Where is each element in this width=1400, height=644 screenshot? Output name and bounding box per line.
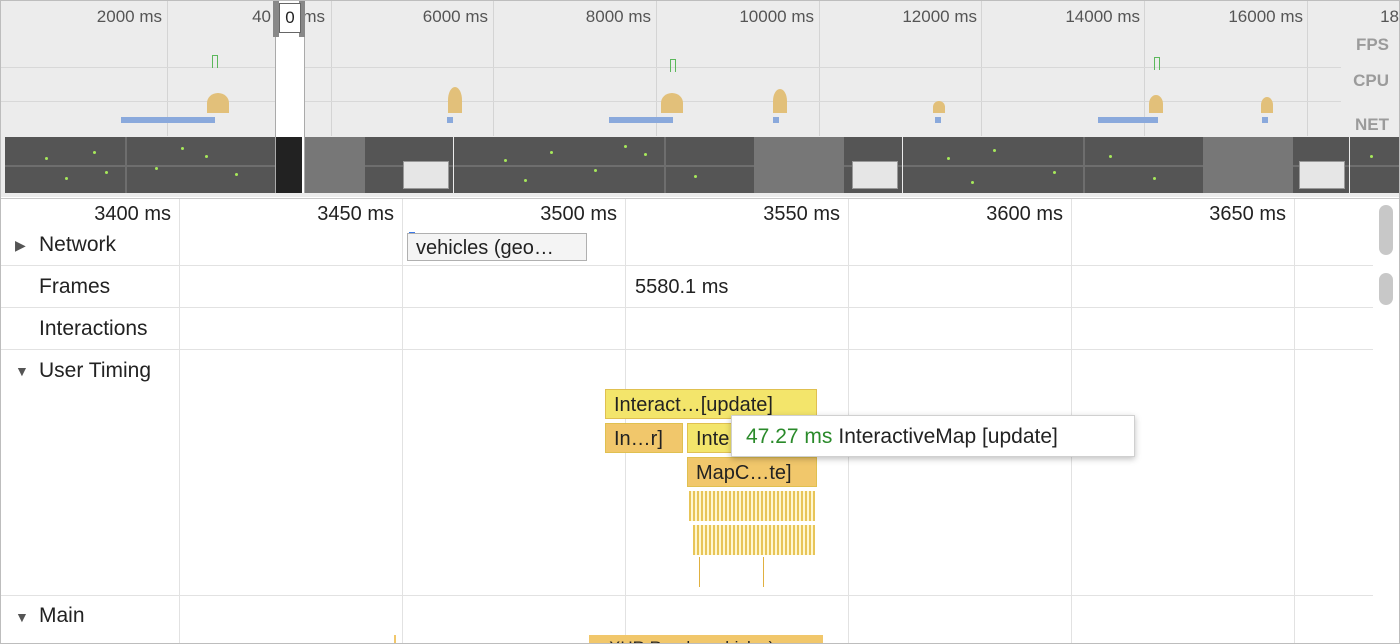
map-legend: [403, 161, 449, 189]
time-tick: 3650 ms: [1209, 203, 1286, 225]
network-request[interactable]: vehicles (geo…: [407, 233, 587, 261]
map-legend: [1299, 161, 1345, 189]
performance-panel: 2000 ms 40 ms 6000 ms 8000 ms 10000 ms 1…: [0, 0, 1400, 644]
overview-tick: 12000 ms: [902, 7, 977, 26]
map-legend: [852, 161, 898, 189]
frame-duration[interactable]: 5580.1 ms: [635, 276, 728, 299]
timeline-overview[interactable]: 2000 ms 40 ms 6000 ms 8000 ms 10000 ms 1…: [1, 1, 1399, 197]
flame-tooltip: 47.27 ms InteractiveMap [update]: [731, 415, 1135, 457]
cpu-label: CPU: [1353, 71, 1389, 90]
scrollbar-thumb[interactable]: [1379, 273, 1393, 305]
screenshot-thumbnail: [1350, 137, 1399, 193]
screenshot-thumbnail: [454, 137, 902, 193]
collapse-user-timing-icon[interactable]: ▼: [15, 363, 29, 379]
selection-value: 0: [279, 3, 301, 33]
overview-tick: ms: [302, 7, 325, 26]
overview-tick: 18: [1380, 7, 1399, 26]
collapse-main-icon[interactable]: ▼: [15, 609, 29, 625]
user-timing-block[interactable]: MapC…te]: [687, 457, 817, 487]
track-frames[interactable]: Frames: [39, 275, 110, 299]
screenshot-thumbnail: [5, 137, 453, 193]
overview-tick: 8000 ms: [585, 7, 651, 26]
track-interactions[interactable]: Interactions: [39, 317, 148, 341]
net-label: NET: [1355, 115, 1389, 134]
track-network[interactable]: Network: [39, 233, 116, 257]
overview-tick: 14000 ms: [1065, 7, 1140, 26]
overview-tick: 6000 ms: [422, 7, 488, 26]
time-tick: 3400 ms: [94, 203, 171, 225]
time-tick: 3450 ms: [317, 203, 394, 225]
overview-tick: 10000 ms: [739, 7, 814, 26]
track-user-timing[interactable]: User Timing: [39, 359, 151, 383]
tooltip-duration: 47.27 ms: [746, 425, 833, 448]
main-thread-block[interactable]: XHR Ready…ehicles): [589, 635, 823, 643]
fps-label: FPS: [1355, 35, 1389, 54]
time-tick: 3550 ms: [763, 203, 840, 225]
expand-network-icon[interactable]: ▶: [15, 237, 26, 254]
screenshot-thumbnail: [903, 137, 1349, 193]
flame-chart[interactable]: 3400 ms 3450 ms 3500 ms 3550 ms 3600 ms …: [1, 198, 1399, 643]
overview-tick: 2000 ms: [96, 7, 162, 26]
time-tick: 3500 ms: [540, 203, 617, 225]
scrollbar-thumb[interactable]: [1379, 205, 1393, 255]
time-tick: 3600 ms: [986, 203, 1063, 225]
user-timing-block[interactable]: In…r]: [605, 423, 683, 453]
tooltip-name: InteractiveMap [update]: [838, 425, 1058, 448]
track-main[interactable]: Main: [39, 604, 85, 628]
